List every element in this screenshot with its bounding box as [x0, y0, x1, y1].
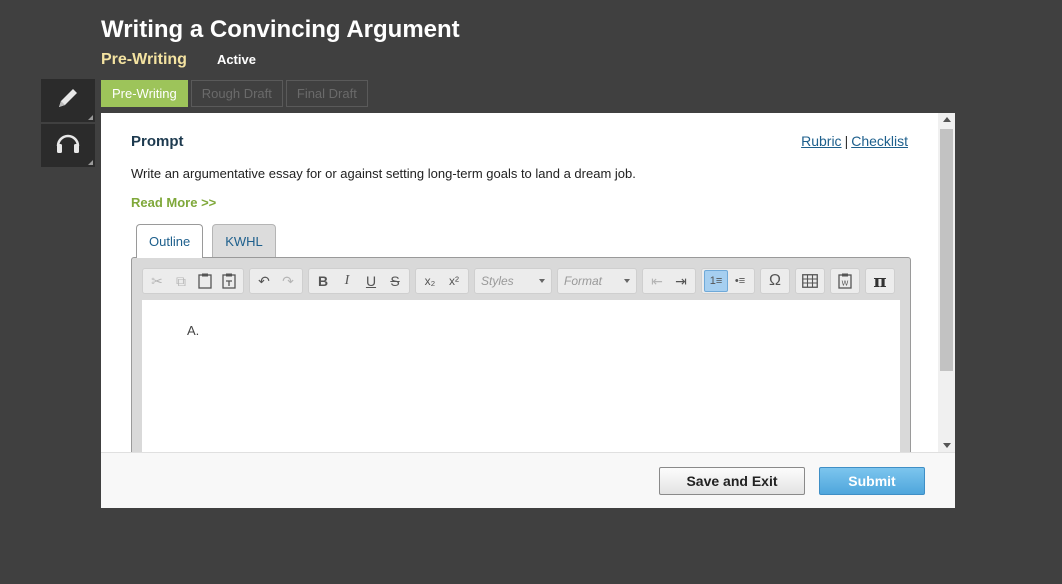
vertical-scrollbar[interactable] — [938, 113, 955, 452]
table-icon[interactable] — [798, 270, 822, 292]
omega-icon[interactable]: Ω — [763, 270, 787, 292]
prompt-heading: Prompt — [131, 133, 184, 150]
side-toolbar — [41, 79, 95, 169]
paste-word-group: W — [830, 268, 860, 294]
history-group: ↶ ↷ — [249, 268, 303, 294]
page-title: Writing a Convincing Argument — [101, 16, 460, 43]
underline-button[interactable]: U — [359, 270, 383, 292]
list-group: 1≡ •≡ — [701, 268, 755, 294]
link-separator: | — [844, 133, 849, 149]
redo-icon[interactable]: ↷ — [276, 270, 300, 292]
tab-rough-draft[interactable]: Rough Draft — [190, 80, 283, 107]
paste-text-icon[interactable] — [217, 270, 241, 292]
pencil-icon — [55, 85, 81, 116]
special-char-group: Ω — [760, 268, 790, 294]
format-dropdown[interactable]: Format — [557, 268, 637, 294]
numbered-list-icon[interactable]: 1≡ — [704, 270, 728, 292]
scroll-up-icon[interactable] — [943, 117, 951, 122]
italic-button[interactable]: I — [335, 270, 359, 292]
table-group — [795, 268, 825, 294]
indent-icon[interactable]: ⇥ — [669, 270, 693, 292]
undo-icon[interactable]: ↶ — [252, 270, 276, 292]
checklist-link[interactable]: Checklist — [851, 133, 908, 149]
pencil-tool-button[interactable] — [41, 79, 95, 122]
editor-toolbar: ✂ ⧉ ↶ ↷ B I U S x₂ x² Styles Format ⇤ ⇥ … — [142, 268, 900, 294]
submit-button[interactable]: Submit — [819, 467, 925, 495]
paste-icon[interactable] — [193, 270, 217, 292]
bulleted-list-icon[interactable]: •≡ — [728, 270, 752, 292]
styles-dropdown-label: Styles — [481, 274, 514, 288]
stage-tabs: Pre-Writing Rough Draft Final Draft — [101, 80, 371, 107]
stage-status: Active — [216, 52, 256, 67]
superscript-button[interactable]: x² — [442, 270, 466, 292]
chevron-down-icon — [539, 279, 545, 283]
cut-icon[interactable]: ✂ — [145, 270, 169, 292]
save-and-exit-button[interactable]: Save and Exit — [659, 467, 805, 495]
bold-button[interactable]: B — [311, 270, 335, 292]
resource-links: Rubric | Checklist — [801, 133, 908, 149]
clipboard-group: ✂ ⧉ — [142, 268, 244, 294]
outline-item[interactable]: A. — [187, 323, 199, 338]
stage-row: Pre-Writing Active — [101, 51, 256, 69]
editor-content-area[interactable]: A. — [142, 300, 900, 452]
pi-math-icon[interactable]: π — [868, 270, 892, 292]
basic-style-group: B I U S — [308, 268, 410, 294]
headphones-icon — [54, 130, 82, 161]
read-more-link[interactable]: Read More >> — [131, 195, 216, 210]
svg-text:W: W — [842, 280, 849, 288]
footer-bar: Save and Exit Submit — [101, 452, 955, 508]
rubric-link[interactable]: Rubric — [801, 133, 841, 149]
script-group: x₂ x² — [415, 268, 469, 294]
chevron-down-icon — [624, 279, 630, 283]
indent-group: ⇤ ⇥ — [642, 268, 696, 294]
rich-text-editor: ✂ ⧉ ↶ ↷ B I U S x₂ x² Styles Format ⇤ ⇥ … — [131, 257, 911, 452]
tab-kwhl[interactable]: KWHL — [212, 224, 276, 257]
scrollbar-thumb[interactable] — [940, 129, 953, 371]
prompt-text: Write an argumentative essay for or agai… — [131, 166, 636, 181]
math-group: π — [865, 268, 895, 294]
headphones-tool-button[interactable] — [41, 124, 95, 167]
tab-outline[interactable]: Outline — [136, 224, 204, 258]
note-tabs: Outline KWHL — [136, 224, 285, 258]
outdent-icon[interactable]: ⇤ — [645, 270, 669, 292]
tab-pre-writing[interactable]: Pre-Writing — [101, 80, 188, 107]
subscript-button[interactable]: x₂ — [418, 270, 442, 292]
panel-content: Prompt Rubric | Checklist Write an argumen… — [101, 113, 938, 452]
main-panel: Prompt Rubric | Checklist Write an argumen… — [101, 113, 955, 508]
tab-final-draft[interactable]: Final Draft — [285, 80, 368, 107]
copy-icon[interactable]: ⧉ — [169, 270, 193, 292]
scroll-down-icon[interactable] — [943, 443, 951, 448]
paste-from-word-icon[interactable]: W — [833, 270, 857, 292]
strikethrough-button[interactable]: S — [383, 270, 407, 292]
format-dropdown-label: Format — [564, 274, 603, 288]
styles-dropdown[interactable]: Styles — [474, 268, 552, 294]
stage-name: Pre-Writing — [101, 51, 187, 68]
